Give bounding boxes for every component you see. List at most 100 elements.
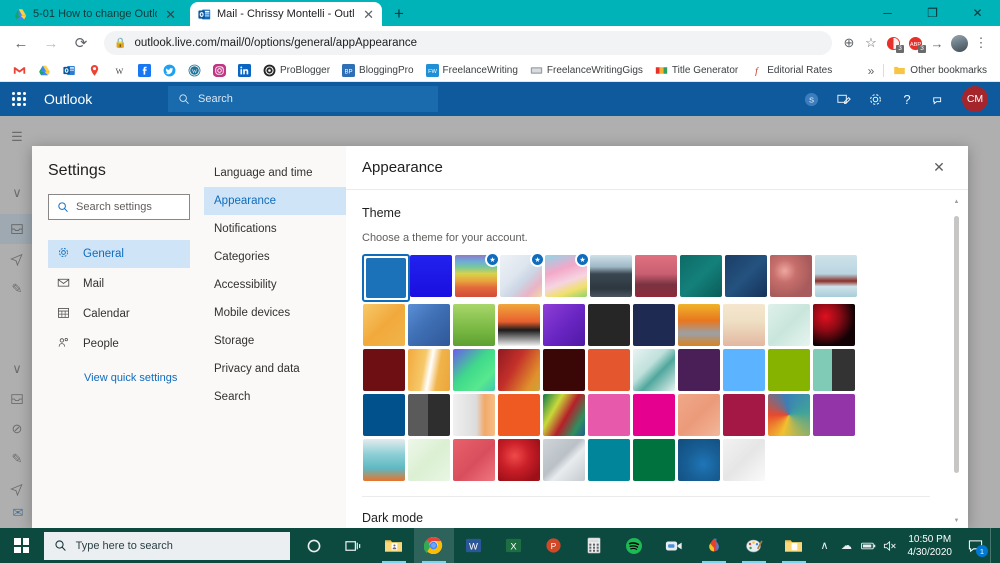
scroll-down-arrow[interactable]: ▼ — [952, 517, 961, 526]
subnav-language-and-time[interactable]: Language and time — [204, 159, 346, 187]
subnav-notifications[interactable]: Notifications — [204, 215, 346, 243]
bookmark-twitter[interactable] — [157, 61, 182, 81]
microsoft-word-icon[interactable]: W — [454, 528, 494, 563]
bookmark-outlook[interactable] — [57, 61, 82, 81]
theme-swatch-black-solid[interactable] — [587, 303, 631, 347]
taskbar-clock[interactable]: 10:50 PM 4/30/2020 — [902, 533, 961, 559]
start-button[interactable] — [0, 528, 44, 563]
show-hidden-icons[interactable]: ∧ — [814, 528, 836, 563]
share-arrow-icon[interactable]: → — [926, 30, 948, 56]
theme-swatch-dark-red-solid[interactable] — [362, 348, 406, 392]
cortana-icon[interactable] — [294, 528, 334, 563]
theme-swatch-coral-solid[interactable] — [452, 438, 496, 482]
outlook-search-box[interactable]: Search — [168, 86, 438, 112]
theme-swatch-pastel-swirl[interactable]: ★ — [499, 254, 543, 298]
theme-swatch-blue-circles[interactable] — [677, 438, 721, 482]
action-center-button[interactable]: 1 — [960, 528, 990, 563]
bookmark-drive[interactable] — [32, 61, 57, 81]
theme-swatch-red-gold-abstract[interactable] — [497, 348, 541, 392]
theme-swatch-circuit-board[interactable] — [679, 254, 723, 298]
theme-swatch-robot[interactable] — [362, 438, 406, 482]
theme-swatch-navy-solid[interactable] — [632, 303, 676, 347]
theme-swatch-paper-plane[interactable] — [542, 438, 586, 482]
microsoft-excel-icon[interactable]: X — [494, 528, 534, 563]
browser-tab-2-close[interactable]: ✕ — [363, 8, 374, 21]
browser-tab-1-close[interactable]: ✕ — [165, 8, 176, 21]
theme-swatch-paper-fold[interactable] — [497, 303, 541, 347]
theme-swatch-purple-abstract[interactable] — [542, 303, 586, 347]
theme-swatch-lego-bricks[interactable] — [677, 303, 721, 347]
minimize-button[interactable]: ─ — [865, 0, 910, 26]
powerpoint-icon[interactable]: P — [534, 528, 574, 563]
bookmark-instagram[interactable] — [207, 61, 232, 81]
file-explorer-2-icon[interactable] — [774, 528, 814, 563]
bookmark-wordpress[interactable]: W — [182, 61, 207, 81]
theme-swatch-mint-chevron[interactable] — [767, 303, 811, 347]
scroll-up-arrow[interactable]: ▲ — [952, 198, 961, 207]
theme-swatch-orange-star[interactable] — [362, 303, 406, 347]
subnav-accessibility[interactable]: Accessibility — [204, 271, 346, 299]
bookmark-title-generator[interactable]: Title Generator — [649, 61, 744, 81]
theme-swatch-orange-solid[interactable] — [587, 348, 631, 392]
theme-swatch-ultramarine[interactable] — [409, 254, 453, 298]
theme-swatch-rainbow-stripes[interactable]: ★ — [454, 254, 498, 298]
theme-swatch-gray-split[interactable] — [407, 393, 451, 437]
theme-swatch-blueprint[interactable] — [724, 254, 768, 298]
theme-swatch-palm-sunset[interactable] — [634, 254, 678, 298]
reload-button[interactable]: ⟳ — [68, 30, 94, 56]
bookmark-wikipedia[interactable]: W — [107, 61, 132, 81]
extension-red-icon[interactable]: 3 — [882, 30, 904, 56]
forward-button[interactable]: → — [38, 30, 64, 56]
theme-swatch-orange-solid-2[interactable] — [497, 393, 541, 437]
help-icon[interactable]: ? — [898, 90, 916, 108]
subnav-privacy-and-data[interactable]: Privacy and data — [204, 355, 346, 383]
google-chrome-icon[interactable] — [414, 528, 454, 563]
subnav-storage[interactable]: Storage — [204, 327, 346, 355]
bookmark-gmail[interactable] — [7, 61, 32, 81]
account-avatar[interactable]: CM — [962, 86, 988, 112]
feedback-icon[interactable] — [930, 90, 948, 108]
paint-icon[interactable] — [734, 528, 774, 563]
paint3d-icon[interactable] — [694, 528, 734, 563]
subnav-mobile-devices[interactable]: Mobile devices — [204, 299, 346, 327]
view-quick-settings-link[interactable]: View quick settings — [48, 372, 190, 384]
sidebar-item-people[interactable]: People — [48, 330, 190, 358]
theme-swatch-blue-solid[interactable] — [362, 254, 410, 302]
bookmark-freelancewritinggigs[interactable]: FreelanceWritingGigs — [524, 61, 649, 81]
theme-swatch-green-solid[interactable] — [632, 438, 676, 482]
onedrive-icon[interactable]: ☁ — [836, 528, 858, 563]
theme-swatch-sky-blue-solid[interactable] — [722, 348, 766, 392]
panel-scrollbar[interactable]: ▲ ▼ — [952, 198, 961, 526]
theme-swatch-green-bokeh[interactable] — [452, 303, 496, 347]
scrollbar-thumb[interactable] — [954, 216, 959, 473]
theme-swatch-unicorn[interactable]: ★ — [544, 254, 588, 298]
extension-adblock-icon[interactable]: ABP 3 — [904, 30, 926, 56]
maximize-button[interactable]: ❐ — [910, 0, 955, 26]
sidebar-item-mail[interactable]: Mail — [48, 270, 190, 298]
bookmark-linkedin[interactable] — [232, 61, 257, 81]
bookmark-freelancewriting[interactable]: FW FreelanceWriting — [420, 61, 524, 81]
bookmark-editorial-rates[interactable]: f Editorial Rates — [744, 61, 838, 81]
bookmark-bloggingpro[interactable]: BP BloggingPro — [336, 61, 419, 81]
subnav-search[interactable]: Search — [204, 383, 346, 411]
app-launcher-button[interactable] — [0, 82, 38, 116]
profile-avatar[interactable] — [948, 30, 970, 56]
task-view-icon[interactable] — [334, 528, 374, 563]
theme-swatch-paint-splash[interactable] — [542, 393, 586, 437]
bookmarks-overflow-button[interactable]: » — [862, 64, 881, 78]
settings-gear-icon[interactable] — [866, 90, 884, 108]
sidebar-item-calendar[interactable]: Calendar — [48, 300, 190, 328]
settings-search-input[interactable]: Search settings — [48, 194, 190, 220]
theme-swatch-teal-crystal[interactable] — [632, 348, 676, 392]
theme-swatch-ocean-wave[interactable] — [814, 254, 858, 298]
bookmark-star-icon[interactable]: ☆ — [860, 30, 882, 56]
theme-swatch-maroon-solid[interactable] — [542, 348, 586, 392]
theme-swatch-purple-solid[interactable] — [812, 393, 856, 437]
browser-tab-2[interactable]: Mail - Chrissy Montelli - Outlook ✕ — [190, 2, 382, 26]
bookmark-maps[interactable] — [82, 61, 107, 81]
subnav-appearance[interactable]: Appearance — [204, 187, 346, 215]
other-bookmarks-button[interactable]: Other bookmarks — [887, 61, 993, 81]
zoom-icon[interactable] — [654, 528, 694, 563]
bookmark-facebook[interactable] — [132, 61, 157, 81]
close-window-button[interactable]: ✕ — [955, 0, 1000, 26]
